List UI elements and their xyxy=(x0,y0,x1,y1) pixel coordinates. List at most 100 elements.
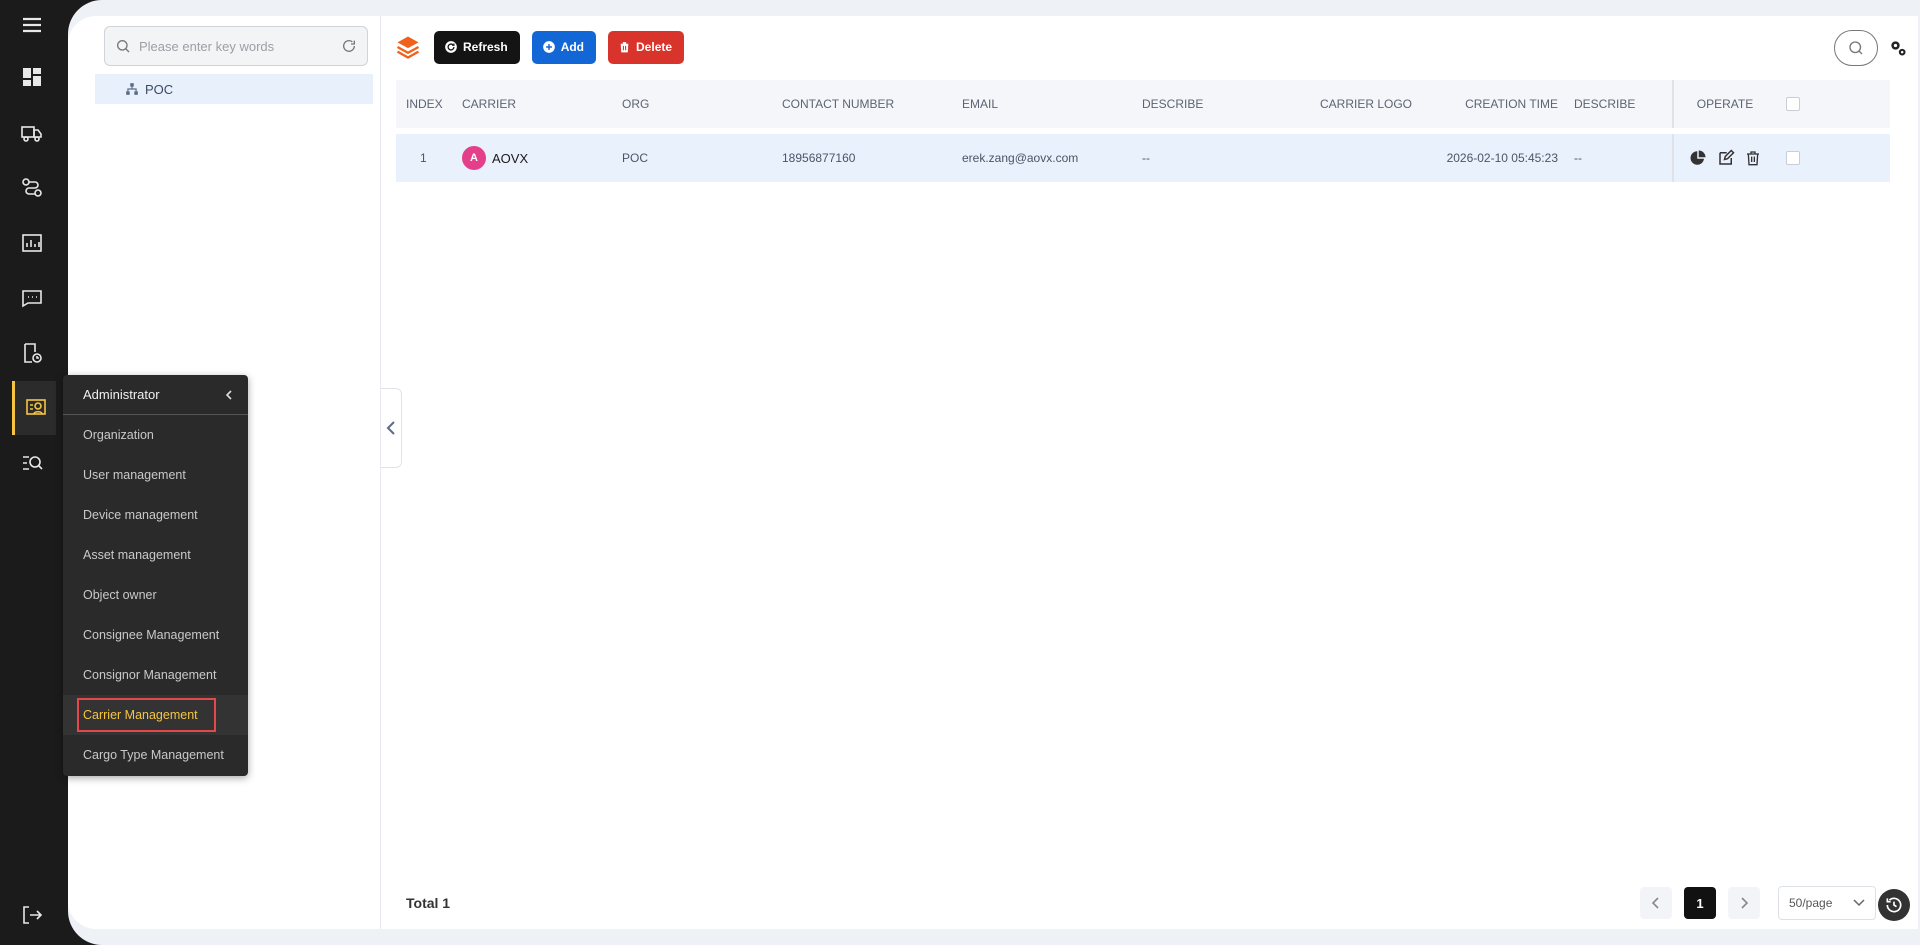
cell-operate xyxy=(1672,134,1776,182)
menu-item-device-management[interactable]: Device management xyxy=(63,495,248,535)
menu-item-consignor-management[interactable]: Consignor Management xyxy=(63,655,248,695)
route-icon[interactable] xyxy=(12,168,52,208)
menu-item-label: Device management xyxy=(83,508,198,522)
admin-icon[interactable] xyxy=(12,381,56,435)
menu-item-label: Carrier Management xyxy=(77,698,216,732)
trash-icon[interactable] xyxy=(1745,149,1761,167)
select-all-checkbox[interactable] xyxy=(1786,97,1800,111)
page-1-button[interactable]: 1 xyxy=(1684,887,1716,919)
settings-gears-icon[interactable] xyxy=(1888,38,1908,58)
search-icon xyxy=(1849,41,1863,55)
menu-item-cargo-type-management[interactable]: Cargo Type Management xyxy=(63,735,248,775)
refresh-label: Refresh xyxy=(463,40,508,54)
pie-chart-icon[interactable] xyxy=(1689,149,1707,167)
cell-time: 2026-02-10 05:45:23 xyxy=(1446,151,1558,165)
cell-describe-2: -- xyxy=(1574,151,1582,165)
menu-title: Administrator xyxy=(83,387,160,402)
total-count: Total 1 xyxy=(406,895,451,911)
menu-item-label: Consignee Management xyxy=(83,628,220,642)
report-icon[interactable] xyxy=(12,223,52,263)
toolbar: Refresh Add Delete xyxy=(394,30,685,64)
add-label: Add xyxy=(560,40,585,54)
menu-item-consignee-management[interactable]: Consignee Management xyxy=(63,615,248,655)
chevron-right-icon xyxy=(1741,897,1749,909)
menu-item-organization[interactable]: Organization xyxy=(63,415,248,455)
col-org: ORG xyxy=(622,97,650,111)
search-icon xyxy=(117,40,130,53)
tree-search-box xyxy=(104,26,368,66)
refresh-icon xyxy=(445,41,457,53)
cell-contact: 18956877160 xyxy=(782,151,856,165)
page-size-select[interactable]: 50/page xyxy=(1778,886,1876,920)
col-describe: DESCRIBE xyxy=(1142,97,1204,111)
main-panel: POC Refresh Add Delete xyxy=(68,16,1918,929)
chevron-down-icon xyxy=(1853,899,1865,907)
table-row[interactable]: 1 A AOVX POC 18956877160 erek.zang@aovx.… xyxy=(396,134,1890,182)
menu-item-carrier-management[interactable]: Carrier Management xyxy=(63,695,248,735)
menu-item-label: Organization xyxy=(83,428,154,442)
chat-icon[interactable] xyxy=(12,278,52,318)
menu-item-asset-management[interactable]: Asset management xyxy=(63,535,248,575)
delete-button[interactable]: Delete xyxy=(608,30,685,64)
menu-header: Administrator xyxy=(63,375,248,415)
collapse-tree-button[interactable] xyxy=(381,388,402,468)
edit-icon[interactable] xyxy=(1717,149,1735,167)
col-operate: OPERATE xyxy=(1672,80,1776,128)
history-button[interactable] xyxy=(1878,889,1910,921)
cell-describe: -- xyxy=(1142,151,1150,165)
menu-item-label: User management xyxy=(83,468,186,482)
admin-flyout-menu: Administrator Organization User manageme… xyxy=(63,375,248,776)
cell-carrier: A AOVX xyxy=(452,146,612,170)
logout-icon[interactable] xyxy=(12,895,52,935)
global-search-button[interactable] xyxy=(1834,30,1878,66)
row-checkbox[interactable] xyxy=(1786,151,1800,165)
delete-label: Delete xyxy=(636,40,673,54)
select-all-checkbox-cell xyxy=(1776,97,1810,111)
plus-circle-icon xyxy=(542,41,555,53)
chevron-left-icon xyxy=(1651,897,1659,909)
col-describe-2: DESCRIBE xyxy=(1574,97,1636,111)
menu-item-user-management[interactable]: User management xyxy=(63,455,248,495)
row-checkbox-cell xyxy=(1776,151,1810,165)
top-right-tools xyxy=(1834,30,1908,66)
pagination: 1 50/page xyxy=(1640,886,1876,920)
col-time: CREATION TIME xyxy=(1465,97,1558,111)
col-index: INDEX xyxy=(406,97,443,111)
truck-icon[interactable] xyxy=(12,113,52,153)
table-header: INDEX CARRIER ORG CONTACT NUMBER EMAIL D… xyxy=(396,80,1890,128)
prev-page-button[interactable] xyxy=(1640,887,1672,919)
menu-item-label: Asset management xyxy=(83,548,191,562)
cell-email: erek.zang@aovx.com xyxy=(962,151,1079,165)
col-carrier: CARRIER xyxy=(462,97,517,111)
hierarchy-icon xyxy=(126,83,138,95)
history-icon xyxy=(1886,897,1902,913)
add-button[interactable]: Add xyxy=(531,30,597,64)
menu-icon[interactable] xyxy=(12,5,52,45)
menu-item-label: Object owner xyxy=(83,588,157,602)
carrier-table: INDEX CARRIER ORG CONTACT NUMBER EMAIL D… xyxy=(396,80,1890,182)
search-list-icon[interactable] xyxy=(12,443,52,483)
menu-item-label: Consignor Management xyxy=(83,668,217,682)
col-contact: CONTACT NUMBER xyxy=(782,97,895,111)
refresh-button[interactable]: Refresh xyxy=(434,30,520,64)
tree-node-label: POC xyxy=(145,81,174,97)
menu-item-object-owner[interactable]: Object owner xyxy=(63,575,248,615)
cell-index: 1 xyxy=(420,151,427,165)
avatar: A xyxy=(462,146,486,170)
col-logo: CARRIER LOGO xyxy=(1320,97,1413,111)
clock-doc-icon[interactable] xyxy=(12,333,52,373)
layers-icon xyxy=(396,36,420,59)
col-email: EMAIL xyxy=(962,97,999,111)
cell-org: POC xyxy=(622,151,649,165)
next-page-button[interactable] xyxy=(1728,887,1760,919)
main-content: POC Refresh Add Delete xyxy=(68,0,1920,945)
reload-icon[interactable] xyxy=(341,38,357,54)
chevron-left-icon xyxy=(386,421,395,435)
trash-icon xyxy=(619,42,630,53)
tree-search-input[interactable] xyxy=(139,38,341,54)
tree-node-poc[interactable]: POC xyxy=(95,74,373,104)
dashboard-icon[interactable] xyxy=(12,57,52,97)
nav-rail xyxy=(0,0,68,945)
chevron-left-icon[interactable] xyxy=(224,389,234,401)
carrier-name: AOVX xyxy=(492,150,529,166)
